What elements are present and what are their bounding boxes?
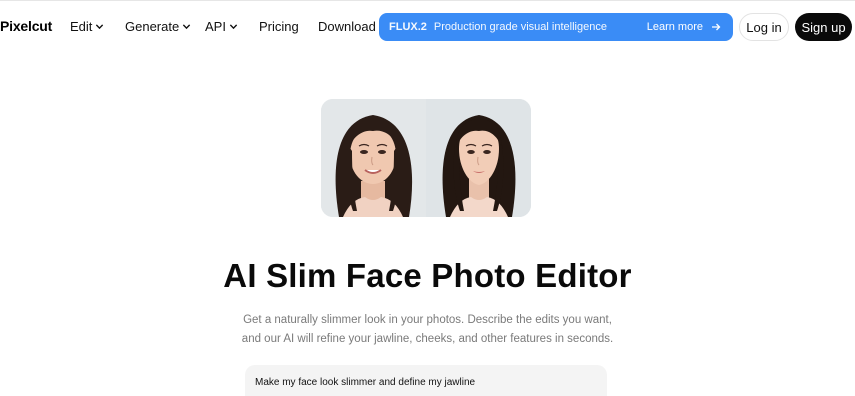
page-subtitle: Get a naturally slimmer look in your pho… [0, 311, 855, 349]
chevron-down-icon [96, 24, 104, 30]
nav-item-label: Generate [125, 19, 180, 34]
signup-button[interactable]: Sign up [795, 13, 852, 41]
before-photo [321, 99, 426, 217]
brand-logo[interactable]: Pixelcut [0, 18, 52, 34]
nav-item-api[interactable]: API [205, 19, 238, 34]
nav-item-download[interactable]: Download [318, 19, 376, 34]
nav-item-pricing[interactable]: Pricing [259, 19, 299, 34]
before-after-image [321, 99, 531, 217]
subtitle-line: and our AI will refine your jawline, che… [241, 333, 614, 345]
prompt-input-value: Make my face look slimmer and define my … [255, 377, 476, 388]
portrait-image [321, 99, 426, 217]
portrait-image [426, 99, 531, 217]
nav-item-label: Download [318, 19, 376, 34]
prompt-input[interactable]: Make my face look slimmer and define my … [245, 365, 607, 396]
nav-item-generate[interactable]: Generate [125, 19, 191, 34]
page-title: AI Slim Face Photo Editor [223, 257, 632, 294]
subtitle-line: Get a naturally slimmer look in your pho… [243, 314, 612, 326]
arrow-right-icon [712, 23, 721, 31]
top-border [0, 0, 855, 1]
promo-text: Production grade visual intelligence [433, 21, 607, 33]
top-navigation: Pixelcut Edit Generate API Pricing Downl… [0, 0, 855, 54]
login-button[interactable]: Log in [739, 13, 789, 41]
learn-more-link[interactable]: Learn more [647, 21, 721, 33]
nav-item-edit[interactable]: Edit [70, 19, 104, 34]
nav-item-label: API [205, 19, 226, 34]
nav-item-label: Edit [70, 19, 93, 34]
nav-item-label: Pricing [259, 19, 299, 34]
chevron-down-icon [229, 24, 238, 30]
promo-banner[interactable]: FLUX.2 Production grade visual intellige… [379, 13, 733, 41]
chevron-down-icon [183, 24, 191, 30]
promo-tag: FLUX.2 [389, 21, 427, 33]
after-photo [426, 99, 531, 217]
learn-more-label: Learn more [646, 21, 703, 33]
